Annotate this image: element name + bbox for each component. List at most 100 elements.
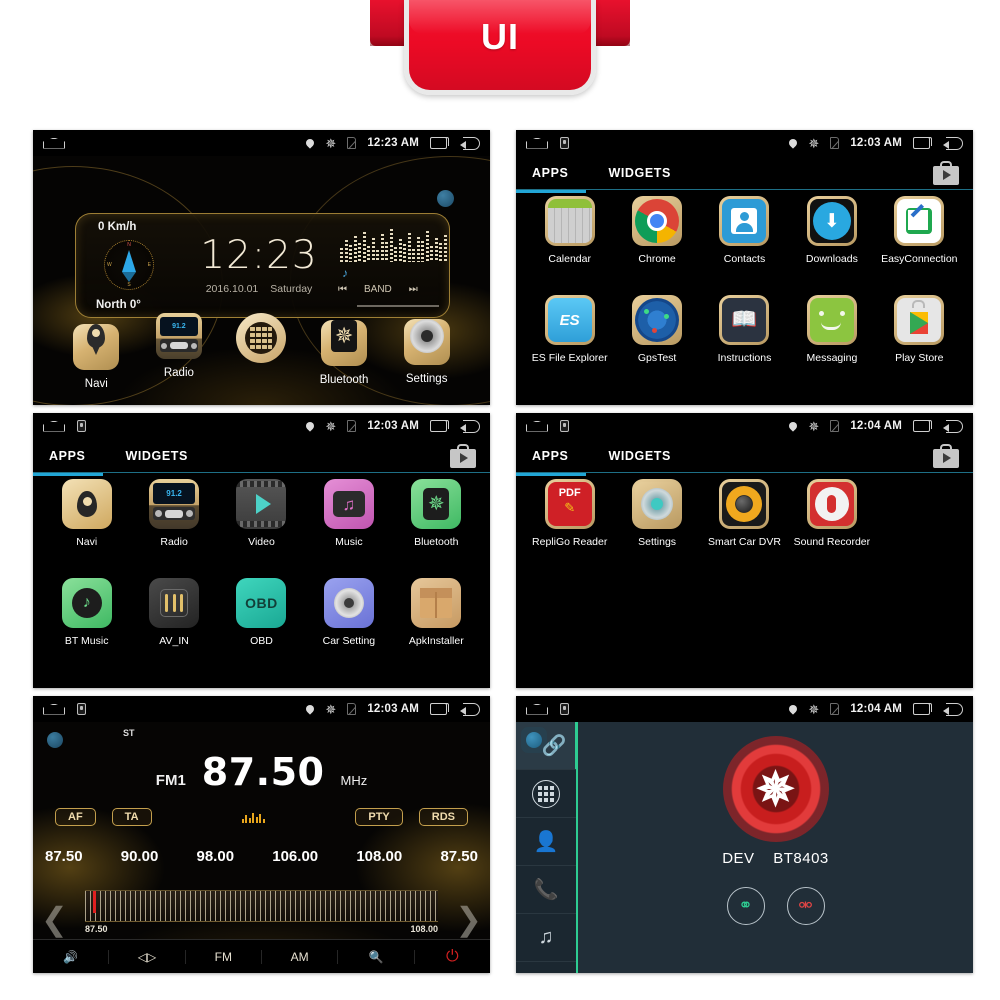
recents-icon[interactable] — [913, 420, 932, 432]
am-band-button[interactable]: AM — [262, 949, 339, 964]
home-icon[interactable] — [43, 137, 65, 149]
smart-car-dvr-icon — [719, 479, 770, 529]
back-icon[interactable] — [943, 419, 963, 433]
status-time: 12:03 AM — [367, 420, 419, 432]
app-play-store[interactable]: Play Store — [876, 295, 963, 394]
dock-item-bluetooth[interactable]: ✵ Bluetooth — [310, 313, 378, 386]
video-icon — [236, 479, 287, 529]
recents-icon[interactable] — [430, 420, 449, 432]
home-icon[interactable] — [43, 420, 65, 432]
app-easyconnection[interactable]: EasyConnection — [876, 196, 963, 295]
pty-button[interactable]: PTY — [355, 808, 403, 826]
back-icon[interactable] — [460, 419, 480, 433]
page-banner: UI — [0, 0, 1000, 112]
stereo-balance-icon[interactable]: ◁▷ — [109, 949, 186, 964]
recents-icon[interactable] — [913, 137, 932, 149]
recents-icon[interactable] — [913, 703, 932, 715]
app-sound-recorder[interactable]: Sound Recorder — [788, 479, 875, 578]
back-icon[interactable] — [460, 702, 480, 716]
home-icon[interactable] — [526, 420, 548, 432]
tab-widgets[interactable]: WIDGETS — [123, 445, 190, 467]
preset-button[interactable]: 108.00 — [356, 848, 402, 865]
home-icon[interactable] — [43, 703, 65, 715]
app-radio[interactable]: 91.2 Radio — [130, 479, 217, 578]
app-video[interactable]: Video — [218, 479, 305, 578]
recents-icon[interactable] — [430, 137, 449, 149]
dock-item-settings[interactable]: Settings — [393, 313, 461, 385]
call-history-icon[interactable]: 📞 — [516, 866, 576, 914]
app-label: RepliGo Reader — [532, 536, 608, 548]
preset-button[interactable]: 90.00 — [121, 848, 159, 865]
back-icon[interactable] — [943, 136, 963, 150]
recents-icon[interactable] — [430, 703, 449, 715]
prev-track-button[interactable]: ⏮ — [338, 284, 347, 295]
app-calendar[interactable]: Calendar — [526, 196, 613, 295]
tab-widgets[interactable]: WIDGETS — [606, 162, 673, 184]
app-bt-music[interactable]: ♪ BT Music — [43, 578, 130, 677]
tab-apps[interactable]: APPS — [516, 442, 588, 476]
bluetooth-status-icon[interactable]: ✵ — [722, 736, 829, 842]
af-button[interactable]: AF — [55, 808, 96, 826]
dialpad-icon[interactable] — [516, 770, 576, 818]
app-label: Music — [335, 536, 363, 548]
back-icon[interactable] — [943, 702, 963, 716]
bluetooth-main: ✵ DEV BT8403 ⚭ ⚮ — [578, 722, 973, 973]
rds-button[interactable]: RDS — [418, 808, 469, 826]
app-contacts[interactable]: Contacts — [701, 196, 788, 295]
tab-apps[interactable]: APPS — [33, 442, 105, 476]
app-obd[interactable]: OBD OBD — [218, 578, 305, 677]
dock-item-navi[interactable]: Navi — [62, 313, 130, 390]
volume-icon[interactable]: 🔊 — [33, 949, 110, 964]
app-gpstest[interactable]: GpsTest — [613, 295, 700, 394]
app-bluetooth[interactable]: ✵ Bluetooth — [393, 479, 480, 578]
bt-pair-link-icon[interactable]: 🔗 — [516, 722, 578, 770]
clock-widget: 12:23 2016.10.01 Saturday — [184, 236, 334, 295]
radio-icon: 91.2 — [155, 313, 202, 359]
home-widget[interactable]: 0 Km/h NSWE North 0° 12:23 2016.10.01 Sa… — [75, 213, 450, 318]
fm-band-button[interactable]: FM — [186, 949, 262, 964]
app-music[interactable]: ♫ Music — [305, 479, 392, 578]
disconnect-link-icon[interactable]: ⚮ — [786, 887, 825, 925]
tab-widgets[interactable]: WIDGETS — [606, 445, 673, 467]
app-av-in[interactable]: AV_IN — [130, 578, 217, 677]
app-repligo-reader[interactable]: PDF ✎ RepliGo Reader — [526, 479, 613, 578]
home-icon[interactable] — [526, 703, 548, 715]
home-icon[interactable] — [526, 137, 548, 149]
next-track-button[interactable]: ⏭ — [409, 284, 418, 295]
lock-icon — [560, 703, 569, 715]
app-es-file-explorer[interactable]: ES ES File Explorer — [526, 295, 613, 394]
app-downloads[interactable]: ⬇ Downloads — [788, 196, 875, 295]
app-chrome[interactable]: Chrome — [613, 196, 700, 295]
preset-button[interactable]: 87.50 — [440, 848, 478, 865]
search-scan-icon[interactable]: 🔍 — [338, 949, 415, 964]
contacts-person-icon[interactable]: 👤 — [516, 818, 576, 866]
back-icon[interactable] — [460, 136, 480, 150]
tune-down-icon[interactable]: ❮ — [41, 900, 68, 938]
connect-link-icon[interactable]: ⚭ — [726, 887, 765, 925]
ta-button[interactable]: TA — [111, 808, 152, 826]
band-button[interactable]: BAND — [364, 284, 392, 295]
preset-button[interactable]: 87.50 — [45, 848, 83, 865]
app-apk-installer[interactable]: ApkInstaller — [393, 578, 480, 677]
preset-button[interactable]: 98.00 — [197, 848, 235, 865]
power-icon[interactable]: ⏻ — [415, 948, 490, 966]
app-instructions[interactable]: 📖 Instructions — [701, 295, 788, 394]
app-messaging[interactable]: Messaging — [788, 295, 875, 394]
play-store-bag-icon[interactable] — [933, 160, 959, 185]
media-progress-bar[interactable] — [357, 305, 439, 307]
app-settings[interactable]: Settings — [613, 479, 700, 578]
app-car-setting[interactable]: Car Setting — [305, 578, 392, 677]
tuning-ruler[interactable] — [85, 890, 438, 922]
app-smart-car-dvr[interactable]: Smart Car DVR — [701, 479, 788, 578]
dock-item-app-drawer[interactable] — [227, 313, 295, 371]
play-store-bag-icon[interactable] — [933, 443, 959, 468]
bt-music-icon: ♪ — [61, 578, 112, 628]
app-navi[interactable]: Navi — [43, 479, 130, 578]
bt-music-note-icon[interactable]: ♫ — [516, 914, 576, 962]
preset-button[interactable]: 106.00 — [272, 848, 318, 865]
status-time: 12:03 AM — [367, 703, 419, 715]
play-store-bag-icon[interactable] — [450, 443, 476, 468]
dock-item-radio[interactable]: 91.2 Radio — [145, 313, 213, 379]
tab-apps[interactable]: APPS — [516, 159, 588, 193]
tune-up-icon[interactable]: ❯ — [455, 900, 482, 938]
